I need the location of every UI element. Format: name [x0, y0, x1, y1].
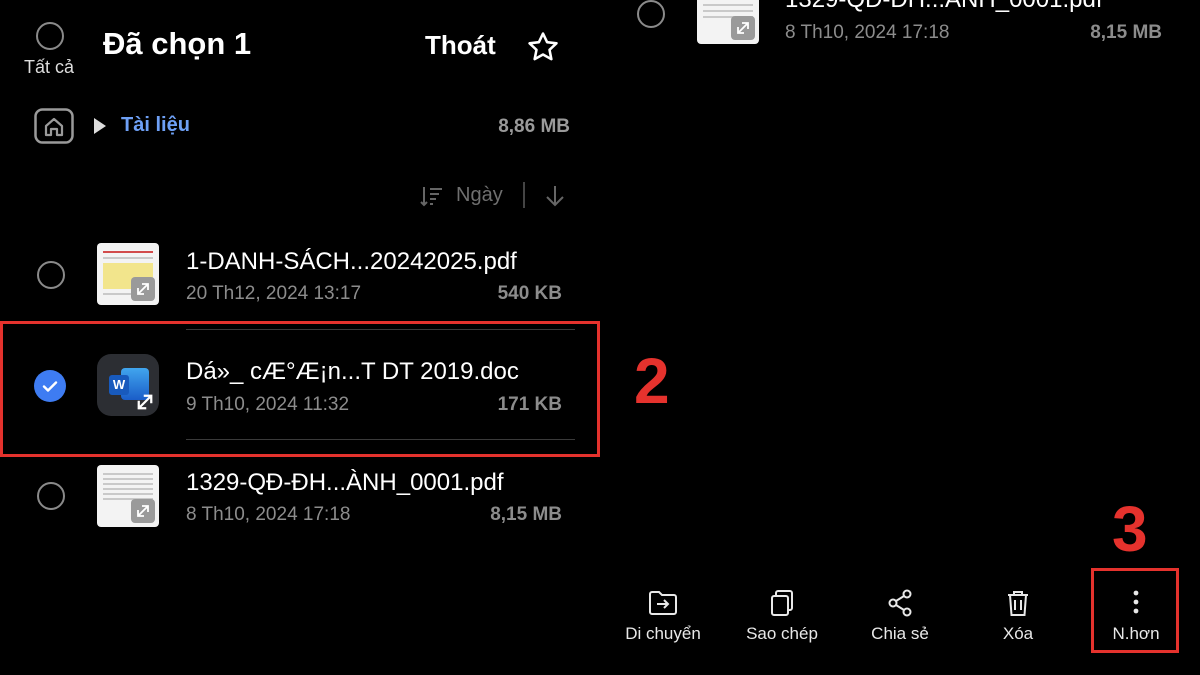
- annotation-step2: 2: [634, 345, 670, 417]
- copy-icon: [771, 590, 793, 616]
- file-name[interactable]: 1329-QĐ-ĐH...ÀNH_0001.pdf: [186, 469, 503, 497]
- move-button[interactable]: Di chuyển: [608, 588, 718, 644]
- file-date: 20 Th12, 2024 13:17: [186, 283, 362, 304]
- share-label: Chia sẻ: [871, 624, 929, 643]
- sort-divider: [523, 182, 525, 208]
- expand-icon: [131, 499, 155, 523]
- file-date: 8 Th10, 2024 17:18: [785, 22, 950, 43]
- arrow-down-icon[interactable]: [544, 184, 566, 208]
- pdf-thumbnail: [697, 0, 759, 44]
- file-name[interactable]: 1329-QĐ-ĐH...ÀNH_0001.pdf: [785, 0, 1102, 14]
- annotation-step3: 3: [1112, 493, 1148, 565]
- file-size: 540 KB: [497, 283, 562, 304]
- file-date: 8 Th10, 2024 17:18: [186, 504, 351, 525]
- expand-icon: [131, 277, 155, 301]
- folder-size: 8,86 MB: [498, 116, 570, 137]
- file-size: 8,15 MB: [490, 504, 562, 525]
- breadcrumb-arrow-icon: [94, 118, 106, 134]
- trash-icon: [1008, 591, 1028, 616]
- expand-icon: [731, 16, 755, 40]
- move-folder-icon: [649, 591, 677, 615]
- annotation-box-step3: [1091, 568, 1179, 653]
- share-button[interactable]: Chia sẻ: [845, 588, 955, 644]
- star-icon[interactable]: [526, 30, 560, 64]
- home-icon[interactable]: [34, 108, 74, 144]
- page-title: Đã chọn 1: [103, 26, 252, 61]
- file-checkbox[interactable]: [37, 482, 65, 510]
- delete-button[interactable]: Xóa: [963, 588, 1073, 644]
- exit-button[interactable]: Thoát: [425, 30, 496, 61]
- file-checkbox[interactable]: [637, 0, 665, 28]
- select-all-checkbox[interactable]: [36, 22, 64, 50]
- delete-label: Xóa: [1002, 624, 1034, 643]
- annotation-box-step2: [0, 321, 600, 457]
- copy-label: Sao chép: [746, 624, 818, 643]
- sort-label[interactable]: Ngày: [456, 184, 503, 207]
- breadcrumb-folder[interactable]: Tài liệu: [121, 114, 190, 137]
- pdf-thumbnail: [97, 465, 159, 527]
- select-all-label: Tất cả: [24, 57, 75, 77]
- file-name[interactable]: 1-DANH-SÁCH...20242025.pdf: [186, 248, 517, 276]
- share-icon: [888, 589, 912, 617]
- copy-button[interactable]: Sao chép: [727, 588, 837, 644]
- sort-icon[interactable]: [419, 184, 445, 208]
- file-size: 8,15 MB: [1090, 22, 1162, 43]
- file-checkbox[interactable]: [37, 261, 65, 289]
- move-label: Di chuyển: [625, 624, 701, 643]
- pdf-thumbnail: [97, 243, 159, 305]
